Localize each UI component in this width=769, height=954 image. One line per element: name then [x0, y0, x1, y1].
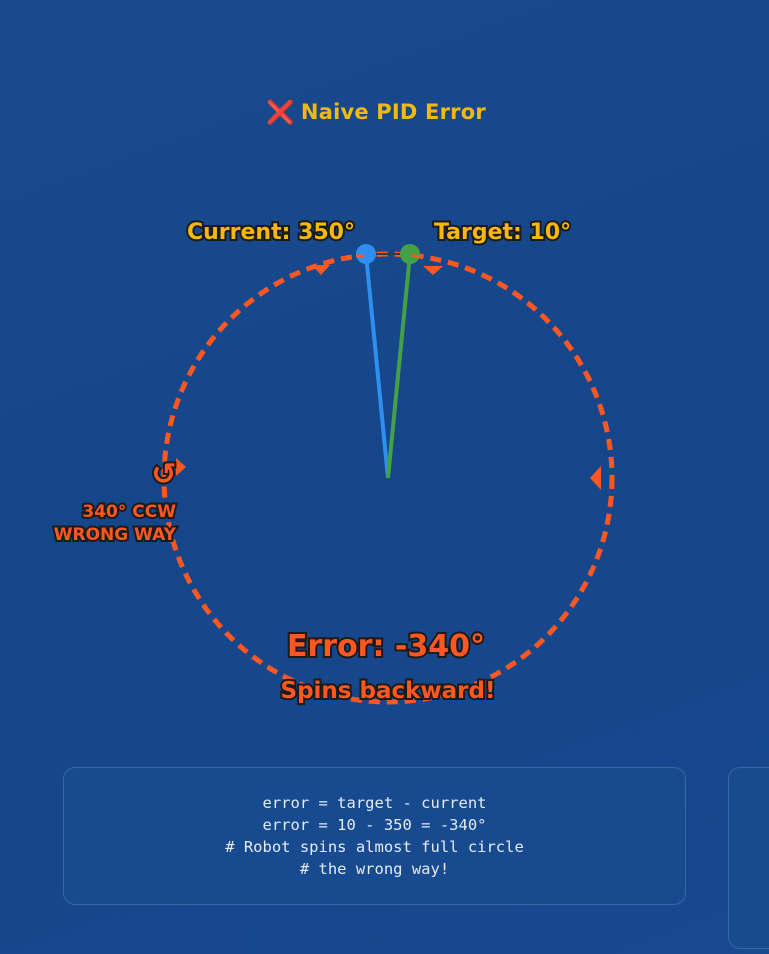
error-value-label: Error: -340° — [287, 629, 485, 664]
current-label: Current: 350° — [187, 220, 355, 245]
stage: ❌ Naive PID Error Current: 350° Target: 1… — [0, 0, 769, 954]
arc-arrowhead-left — [176, 458, 186, 476]
current-heading-marker — [356, 244, 376, 264]
arc-arrowhead-top-left — [312, 265, 330, 275]
target-heading-marker — [400, 244, 420, 264]
error-sublabel: Spins backward! — [281, 678, 496, 704]
code-snippet-box: error = target - current error = 10 - 35… — [63, 767, 686, 905]
direction-line-2: WRONG WAY — [54, 525, 177, 545]
code-line: # Robot spins almost full circle — [225, 838, 524, 856]
counterclockwise-arrow-icon: ↺ — [151, 457, 176, 492]
next-panel-edge — [728, 767, 769, 949]
current-heading-hand — [364, 253, 390, 479]
arc-arrowhead-right — [590, 466, 601, 490]
arc-arrowhead-top-right — [423, 266, 443, 275]
target-heading-hand — [386, 253, 412, 479]
target-marker-tick — [411, 253, 421, 259]
code-line: # the wrong way! — [299, 860, 450, 878]
direction-line-1: 340° CCW — [82, 502, 176, 522]
target-label: Target: 10° — [434, 220, 571, 245]
code-line: error = target - current — [262, 794, 487, 812]
code-line: error = 10 - 350 = -340° — [262, 816, 487, 834]
angle-diagram: Current: 350° Target: 10° ↺ 340° CCW WRO… — [52, 218, 615, 706]
